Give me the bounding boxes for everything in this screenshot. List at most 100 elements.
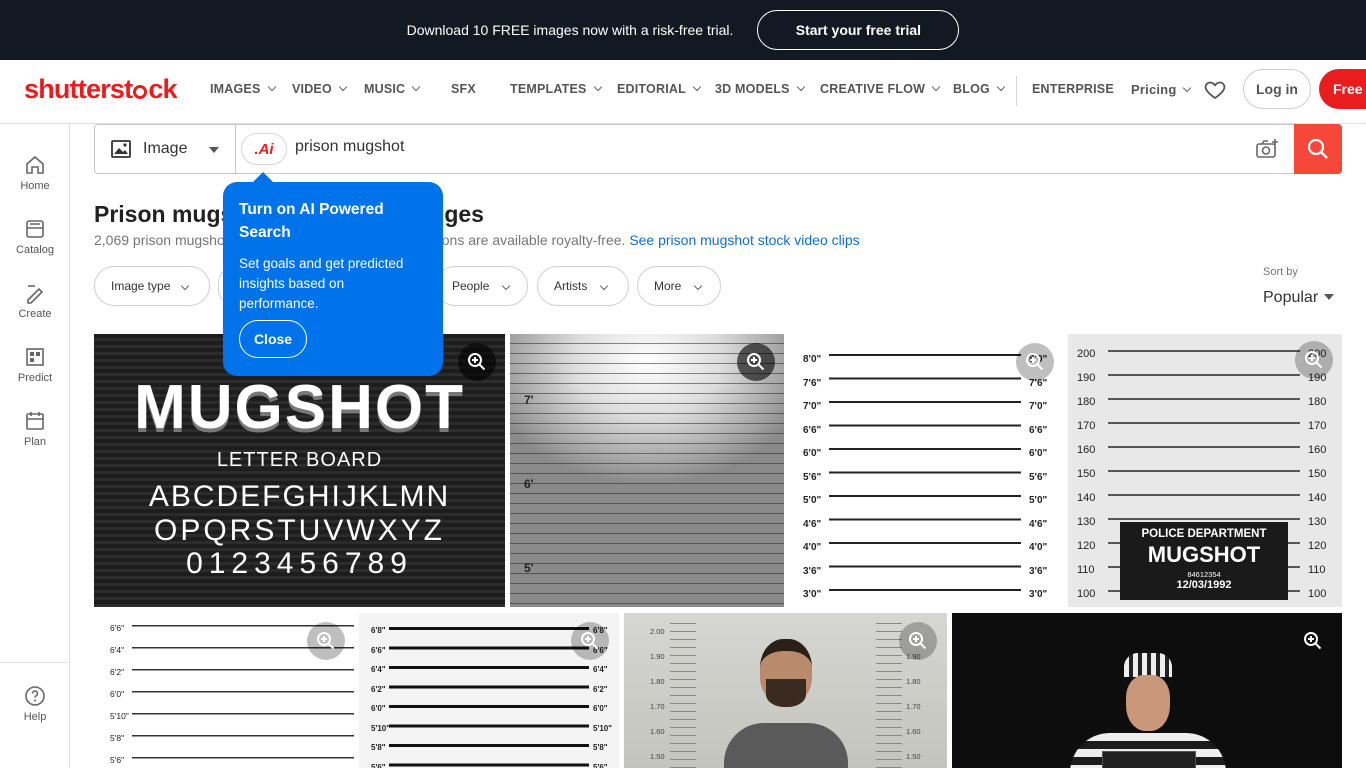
create-icon bbox=[27, 285, 44, 304]
sidebar-item-help[interactable]: Help bbox=[0, 685, 70, 723]
filter-image-type[interactable]: Image type bbox=[94, 266, 210, 306]
tile-label-column: 200 190 180 170 160 150 140 130 120 110 100 bbox=[1308, 348, 1327, 600]
zoom-in-icon bbox=[1305, 351, 1323, 369]
nav-editorial[interactable]: EDITORIAL bbox=[617, 82, 702, 96]
tile-label-column: 6'6" 6'4" 6'2" 6'0" 5'10" 5'8" 5'6" bbox=[110, 623, 129, 765]
tile-label-column: 7' 6' 5' bbox=[524, 393, 534, 575]
prisoner-board bbox=[1102, 751, 1196, 768]
nav-divider bbox=[1016, 76, 1017, 106]
camera-search-icon[interactable] bbox=[1255, 138, 1279, 160]
search-icon bbox=[1307, 138, 1328, 159]
tile-text: MUGSHOT bbox=[134, 373, 465, 442]
zoom-in-icon bbox=[909, 632, 927, 650]
zoom-in-icon bbox=[581, 632, 599, 650]
tile-text: 0123456789 bbox=[186, 547, 413, 580]
zoom-button[interactable] bbox=[737, 343, 775, 381]
logo-dot-icon bbox=[133, 85, 148, 99]
result-image-cm-chart[interactable]: 200 190 180 170 160 150 140 130 120 110 100 200 190… bbox=[1068, 334, 1342, 607]
chevron-down-icon bbox=[692, 82, 702, 92]
results-subtitle: 2,069 prison mugsho tions are available r… bbox=[94, 232, 860, 248]
sidebar-item-create[interactable]: Create bbox=[0, 282, 70, 320]
zoom-button[interactable] bbox=[458, 343, 496, 381]
sidebar-item-home[interactable]: Home bbox=[0, 154, 70, 192]
tile-label-column: 1.90 1.80 1.70 1.60 1.50 bbox=[906, 652, 921, 761]
person-beard bbox=[766, 679, 806, 707]
zoom-button[interactable] bbox=[307, 622, 345, 660]
image-icon bbox=[111, 140, 131, 158]
filter-people[interactable]: People bbox=[435, 266, 528, 306]
sort-select[interactable]: Popular bbox=[1263, 289, 1335, 307]
zoom-in-icon bbox=[1026, 353, 1044, 371]
tile-label-column: 200 190 180 170 160 150 140 130 120 110 100 bbox=[1077, 348, 1096, 600]
home-icon bbox=[26, 155, 44, 174]
caret-down-icon bbox=[209, 147, 219, 158]
predict-icon bbox=[26, 348, 44, 366]
search-bar: Image .Ai bbox=[94, 124, 1342, 174]
popover-close-button[interactable]: Close bbox=[239, 320, 307, 358]
result-image-prisoner[interactable] bbox=[952, 613, 1342, 768]
zoom-button[interactable] bbox=[899, 622, 937, 660]
help-icon bbox=[25, 686, 45, 706]
tile-text: LETTER BOARD bbox=[216, 449, 383, 471]
result-image-feet-chart[interactable]: 8'0" 7'6" 7'0" 6'6" 6'0" 5'6" 5'0" 4'6" 4'0" 3'6"… bbox=[789, 334, 1063, 607]
popover-title: Turn on AI Powered Search bbox=[239, 201, 384, 241]
login-button[interactable]: Log in bbox=[1243, 69, 1311, 109]
chevron-down-icon bbox=[181, 281, 190, 291]
zoom-in-icon bbox=[747, 353, 765, 371]
start-trial-button[interactable]: Start your free trial bbox=[757, 10, 960, 50]
mugshot-sign: POLICE DEPARTMENT MUGSHOT 84612354 12/03… bbox=[1120, 522, 1288, 600]
nav-templates[interactable]: TEMPLATES bbox=[510, 82, 602, 96]
chevron-down-icon bbox=[931, 82, 941, 92]
chevron-down-icon bbox=[1183, 83, 1192, 93]
ai-search-popover: Turn on AI Powered Search Set goals and … bbox=[223, 172, 443, 376]
chevron-down-icon bbox=[267, 82, 276, 92]
result-image-feet-chart-dark-lines[interactable]: 6'8" 6'6" 6'4" 6'2" 6'0" 5'10" 5'8" 5'6" 6'8" 6'… bbox=[359, 613, 619, 768]
search-type-select[interactable]: Image bbox=[95, 125, 236, 173]
result-image-feet-chart-small[interactable]: 6'6" 6'4" 6'2" 6'0" 5'10" 5'8" 5'6" bbox=[94, 613, 354, 768]
nav-3d-models[interactable]: 3D MODELS bbox=[715, 82, 805, 96]
zoom-button[interactable] bbox=[571, 622, 609, 660]
nav-blog[interactable]: BLOG bbox=[953, 82, 1006, 96]
result-image-man-mugshot[interactable]: 2.00 1.90 1.80 1.70 1.60 1.50 1.90 1.80 1.70 1.6… bbox=[624, 613, 947, 768]
filter-artists[interactable]: Artists bbox=[537, 266, 629, 306]
sidebar-item-plan[interactable]: Plan bbox=[0, 410, 70, 448]
zoom-button[interactable] bbox=[1294, 622, 1332, 660]
shutterstock-logo[interactable]: shutterst ck bbox=[24, 74, 178, 105]
chevron-down-icon bbox=[593, 82, 602, 92]
tile-text: ABCDEFGHIJKLMN bbox=[148, 480, 451, 513]
chevron-down-icon bbox=[996, 82, 1006, 92]
person-shirt bbox=[724, 723, 848, 768]
nav-music[interactable]: MUSIC bbox=[364, 82, 421, 96]
chevron-down-icon bbox=[694, 281, 703, 291]
nav-creative-flow[interactable]: CREATIVE FLOW bbox=[820, 82, 941, 96]
caret-down-icon bbox=[1324, 294, 1335, 305]
prisoner-cap bbox=[1124, 653, 1172, 677]
chevron-down-icon bbox=[796, 82, 805, 92]
nav-images[interactable]: IMAGES bbox=[210, 82, 276, 96]
chevron-down-icon bbox=[600, 281, 609, 291]
sidebar-item-predict[interactable]: Predict bbox=[0, 346, 70, 384]
search-input[interactable] bbox=[295, 138, 1195, 156]
zoom-in-icon bbox=[317, 632, 335, 650]
zoom-button[interactable] bbox=[1295, 341, 1333, 379]
nav-video[interactable]: VIDEO bbox=[292, 82, 348, 96]
zoom-in-icon bbox=[468, 353, 486, 371]
filter-more[interactable]: More bbox=[637, 266, 721, 306]
heart-icon[interactable] bbox=[1203, 78, 1227, 102]
ai-search-toggle[interactable]: .Ai bbox=[241, 133, 287, 165]
catalog-icon bbox=[26, 220, 44, 238]
search-button[interactable] bbox=[1294, 124, 1342, 174]
nav-enterprise[interactable]: ENTERPRISE bbox=[1032, 82, 1114, 96]
zoom-button[interactable] bbox=[1016, 343, 1054, 381]
popover-body: Set goals and get predicted insights bas… bbox=[239, 256, 404, 311]
tile-label-column: 2.00 1.90 1.80 1.70 1.60 1.50 bbox=[650, 627, 665, 761]
calendar-icon bbox=[26, 412, 44, 430]
result-image-height-chart[interactable]: 7' 6' 5' bbox=[510, 334, 784, 607]
sidebar-item-catalog[interactable]: Catalog bbox=[0, 218, 70, 256]
tile-label-column: 6'8" 6'6" 6'4" 6'2" 6'0" 5'10" 5'8" 5'6" bbox=[371, 626, 391, 768]
free-trial-button[interactable]: Free t bbox=[1319, 69, 1366, 109]
nav-pricing[interactable]: Pricing bbox=[1131, 82, 1192, 97]
video-clips-link[interactable]: See prison mugshot stock video clips bbox=[629, 232, 859, 248]
nav-sfx[interactable]: SFX bbox=[451, 82, 476, 96]
sidebar-divider bbox=[0, 662, 70, 663]
